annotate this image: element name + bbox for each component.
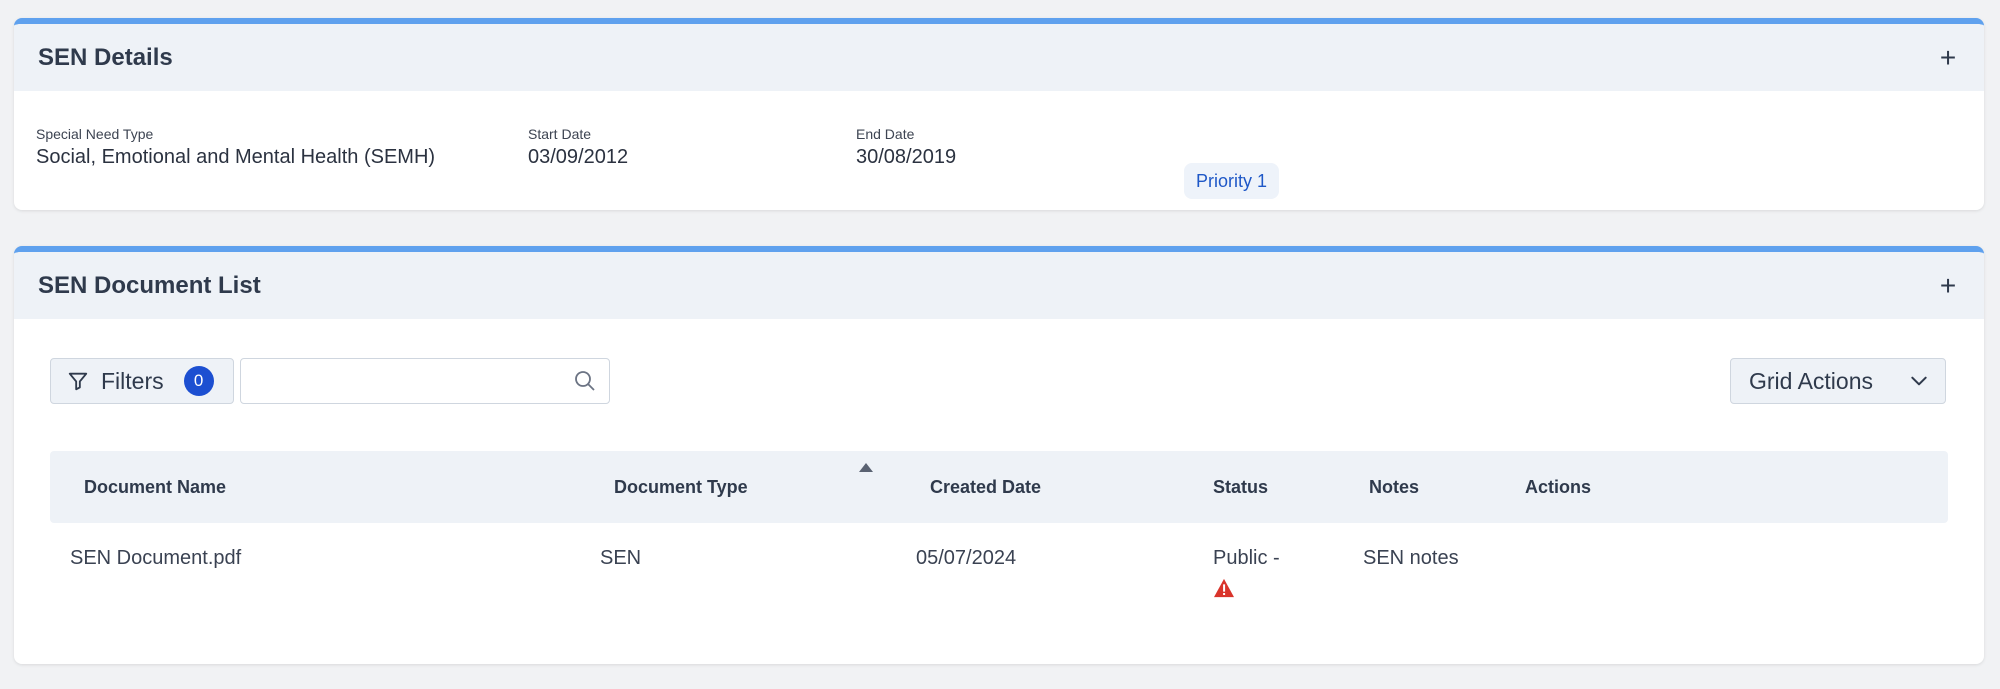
cell-created-date: 05/07/2024 — [916, 547, 1017, 569]
cell-document-name[interactable]: SEN Document.pdf — [70, 547, 241, 570]
search-box — [240, 358, 610, 404]
special-need-type-field: Special Need Type Social, Emotional and … — [36, 126, 435, 169]
start-date-field: Start Date 03/09/2012 — [528, 126, 628, 169]
sen-details-title: SEN Details — [38, 43, 173, 71]
special-need-type-label: Special Need Type — [36, 126, 154, 142]
column-header-actions: Actions — [1525, 476, 1592, 497]
filters-count-badge: 0 — [183, 366, 214, 396]
expand-icon[interactable]: + — [1936, 271, 1960, 300]
cell-document-type: SEN — [600, 547, 642, 569]
priority-badge: Priority 1 — [1184, 163, 1280, 199]
end-date-label: End Date — [856, 126, 915, 142]
sen-document-list-panel: SEN Document List + Filters 0 Grid Actio… — [14, 246, 1984, 664]
grid-actions-label: Grid Actions — [1749, 367, 1873, 394]
filters-button[interactable]: Filters 0 — [50, 358, 234, 404]
start-date-value: 03/09/2012 — [528, 146, 629, 168]
column-header-notes[interactable]: Notes — [1369, 451, 1419, 523]
sort-ascending-icon[interactable] — [858, 461, 874, 473]
end-date-value: 30/08/2019 — [856, 146, 957, 168]
documents-table: Document Name Document Type Created Date… — [50, 451, 1948, 633]
cell-status: Public - — [1213, 547, 1280, 598]
end-date-field: End Date 30/08/2019 — [856, 126, 956, 169]
search-icon[interactable] — [573, 369, 597, 393]
start-date-label: Start Date — [528, 126, 592, 142]
column-header-document-name[interactable]: Document Name — [84, 451, 226, 523]
column-header-status[interactable]: Status — [1213, 451, 1268, 523]
warning-icon — [1214, 578, 1234, 598]
cell-notes: SEN notes — [1363, 547, 1459, 569]
sen-document-list-header: SEN Document List + — [14, 252, 1984, 319]
grid-actions-dropdown[interactable]: Grid Actions — [1730, 358, 1946, 404]
sen-details-header: SEN Details + — [14, 24, 1984, 91]
sen-document-list-title: SEN Document List — [38, 271, 261, 299]
filters-label: Filters — [101, 367, 164, 394]
expand-icon[interactable]: + — [1936, 43, 1960, 72]
chevron-down-icon — [1911, 376, 1927, 386]
special-need-type-value: Social, Emotional and Mental Health (SEM… — [36, 146, 436, 168]
column-header-created-date[interactable]: Created Date — [930, 451, 1041, 523]
column-header-document-type[interactable]: Document Type — [614, 451, 748, 523]
filter-icon — [68, 372, 88, 391]
table-header-row: Document Name Document Type Created Date… — [50, 451, 1948, 523]
search-input[interactable] — [241, 359, 573, 403]
sen-details-panel: SEN Details + Special Need Type Social, … — [14, 18, 1984, 210]
table-row[interactable]: SEN Document.pdf SEN 05/07/2024 Public -… — [50, 523, 1948, 633]
status-text: Public - — [1213, 547, 1280, 569]
